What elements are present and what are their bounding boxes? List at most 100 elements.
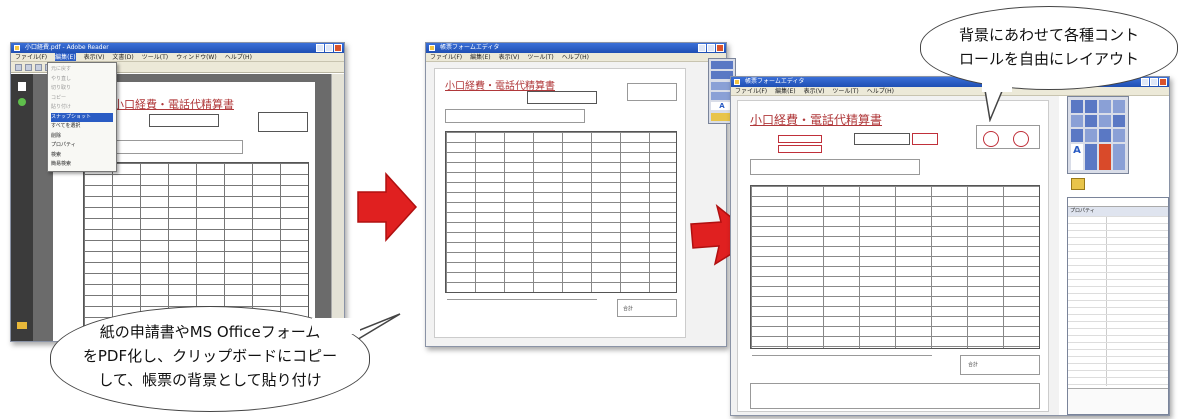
menu-item-window[interactable]: ウィンドウ(W) [176, 53, 217, 61]
middle-menubar: ファイル(F) 編集(E) 表示(V) ツール(T) ヘルプ(H) [426, 53, 726, 62]
right-total-label: 合計 [968, 362, 979, 368]
tool-date-icon[interactable] [1113, 114, 1125, 127]
right-screenshot-window: 帳票フォームエディタ ファイル(F) 編集(E) 表示(V) ツール(T) ヘル… [730, 76, 1170, 416]
left-titlebar: 小口経費.pdf - Adobe Reader [11, 43, 344, 53]
dropdown-item[interactable]: 検索 [51, 151, 113, 161]
minimize-button[interactable] [1141, 78, 1149, 86]
middle-total-label: 合計 [623, 306, 634, 312]
pages-icon[interactable] [18, 82, 26, 91]
toolbar-save-icon[interactable] [25, 63, 32, 71]
right-form-page: 小口経費・電話代精算書 合計 [737, 100, 1049, 412]
tool-label-icon[interactable] [711, 61, 733, 69]
maximize-button[interactable] [325, 44, 333, 52]
tool-radio-icon[interactable] [1085, 114, 1097, 127]
tool-stamp-icon[interactable] [1099, 143, 1111, 170]
menu-item-document[interactable]: 文書(D) [112, 53, 133, 61]
menu-item-edit[interactable]: 編集(E) [775, 87, 795, 95]
right-dept-code-input[interactable] [912, 133, 938, 145]
applicant-stamp-icon[interactable] [1013, 131, 1029, 147]
middle-dept-box [527, 91, 597, 104]
menu-item-help[interactable]: ヘルプ(H) [867, 87, 894, 95]
property-grid[interactable] [1068, 216, 1168, 386]
middle-stamp-box [627, 83, 677, 101]
left-dept-box [149, 114, 219, 127]
tool-line-icon[interactable] [1071, 129, 1083, 142]
menu-item-tools[interactable]: ツール(T) [527, 53, 553, 61]
menu-item-view[interactable]: 表示(V) [84, 53, 105, 61]
close-button[interactable] [1159, 78, 1167, 86]
menu-item-view[interactable]: 表示(V) [804, 87, 825, 95]
approval-stamp-icon[interactable] [983, 131, 999, 147]
dropdown-item[interactable]: 削除 [51, 132, 113, 142]
app-icon [734, 79, 740, 85]
callout-tail-cover [982, 80, 1012, 92]
menu-item-tools[interactable]: ツール(T) [832, 87, 858, 95]
left-window-title: 小口経費.pdf - Adobe Reader [25, 44, 109, 51]
minimize-button[interactable] [698, 44, 706, 52]
left-scrollbar[interactable] [331, 74, 344, 341]
callout-line: して、帳票の背景として貼り付け [98, 371, 322, 389]
menu-item-edit[interactable]: 編集(E) [470, 53, 490, 61]
right-approval-stamp-box [976, 125, 1040, 149]
menu-item-help[interactable]: ヘルプ(H) [562, 53, 589, 61]
dropdown-item-selected[interactable]: スナップショット [51, 112, 113, 122]
toolbar-print-icon[interactable] [15, 63, 22, 71]
edit-dropdown-menu: 元に戻す やり直し 切り取り コピー 貼り付け スナップショット すべてを選択 … [47, 62, 117, 172]
left-nav-pane [11, 74, 33, 341]
tool-table-icon[interactable] [1085, 129, 1097, 142]
right-detail-table [750, 185, 1040, 349]
tool-textbox-icon[interactable] [1085, 100, 1097, 113]
dropdown-item[interactable]: 元に戻す [51, 65, 113, 75]
property-panel-title: プロパティ [1068, 207, 1168, 216]
tool-shape-icon[interactable] [1113, 129, 1125, 142]
dropdown-item[interactable]: やり直し [51, 75, 113, 85]
tool-calc-icon[interactable] [1113, 143, 1125, 170]
tool-button-icon[interactable] [1113, 100, 1125, 113]
right-arrow-icon [357, 172, 418, 242]
property-object-select[interactable] [1068, 198, 1168, 207]
callout-line: ロールを自由にレイアウト [958, 50, 1139, 68]
right-dept-input[interactable] [778, 135, 822, 143]
dropdown-item[interactable]: 簡易検索 [51, 160, 113, 170]
left-form-title: 小口経費・電話代精算書 [113, 98, 234, 111]
middle-purpose-box [445, 109, 585, 123]
dropdown-item[interactable]: プロパティ [51, 141, 113, 151]
tool-text-icon[interactable]: A [1071, 143, 1083, 170]
left-screenshot-window: 小口経費.pdf - Adobe Reader ファイル(F) 編集(E) 表示… [10, 42, 345, 342]
tool-list-icon[interactable] [1099, 114, 1111, 127]
right-name-input[interactable] [778, 145, 822, 153]
minimize-button[interactable] [316, 44, 324, 52]
close-button[interactable] [334, 44, 342, 52]
right-property-panel: プロパティ [1067, 197, 1169, 415]
app-icon [429, 45, 435, 51]
tool-rect-icon[interactable] [1085, 143, 1097, 170]
dropdown-item[interactable]: コピー [51, 94, 113, 104]
right-form-title: 小口経費・電話代精算書 [750, 113, 883, 127]
menu-item-tools[interactable]: ツール(T) [142, 53, 168, 61]
right-purpose-input[interactable] [750, 159, 920, 175]
tool-image-icon[interactable] [1071, 178, 1085, 190]
menu-item-view[interactable]: 表示(V) [499, 53, 520, 61]
right-comment-area[interactable] [750, 383, 1040, 409]
dropdown-item[interactable]: 貼り付け [51, 103, 113, 113]
menu-item-edit[interactable]: 編集(E) [55, 53, 76, 61]
toolbar-hand-icon[interactable] [35, 63, 42, 71]
right-dept-code-box [854, 133, 910, 145]
tool-label-icon[interactable] [1071, 100, 1083, 113]
maximize-button[interactable] [707, 44, 715, 52]
menu-item-file[interactable]: ファイル(F) [430, 53, 462, 61]
tool-checkbox-icon[interactable] [1099, 100, 1111, 113]
tool-combo-icon[interactable] [1071, 114, 1083, 127]
menu-item-file[interactable]: ファイル(F) [15, 53, 47, 61]
dropdown-item[interactable]: すべてを選択 [51, 122, 113, 132]
tool-grid-icon[interactable] [1099, 129, 1111, 142]
close-button[interactable] [716, 44, 724, 52]
callout-tail-cover [312, 318, 360, 334]
bookmark-icon[interactable] [18, 98, 26, 106]
dropdown-item[interactable]: 切り取り [51, 84, 113, 94]
menu-item-file[interactable]: ファイル(F) [735, 87, 767, 95]
right-canvas: 小口経費・電話代精算書 合計 [731, 96, 1059, 415]
attachment-icon[interactable] [17, 322, 27, 329]
menu-item-help[interactable]: ヘルプ(H) [225, 53, 252, 61]
maximize-button[interactable] [1150, 78, 1158, 86]
